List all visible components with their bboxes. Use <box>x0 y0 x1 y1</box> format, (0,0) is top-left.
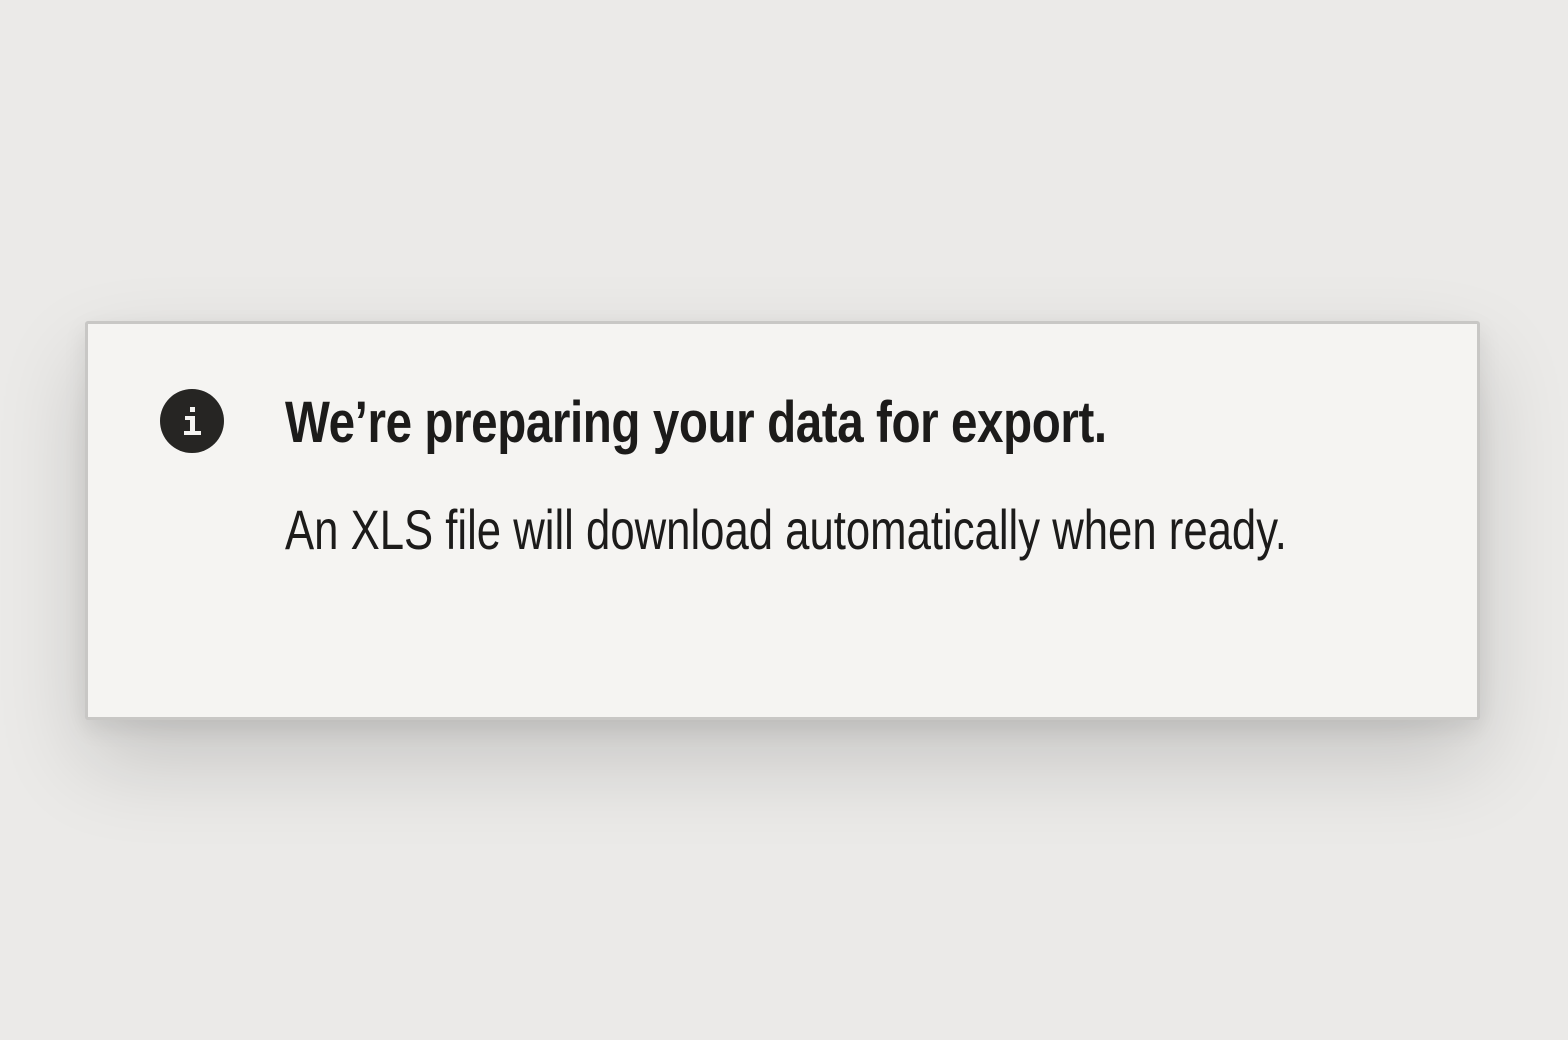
info-icon <box>160 389 224 453</box>
notification-title: We’re preparing your data for export. <box>285 390 1107 455</box>
notification-content: We’re preparing your data for export. An… <box>285 386 1405 572</box>
export-notification-banner: We’re preparing your data for export. An… <box>85 321 1480 720</box>
notification-message: An XLS file will download automatically … <box>285 498 1287 561</box>
